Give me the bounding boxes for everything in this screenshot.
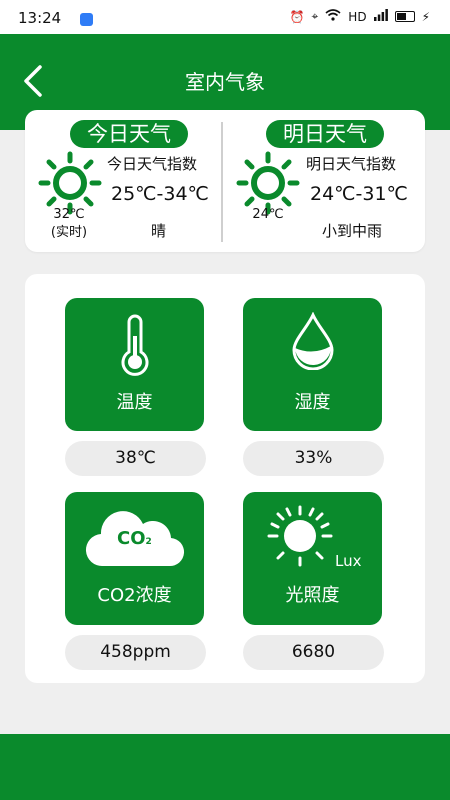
- status-bar: 13:24 ⏰ ⌖ HD ⚡: [0, 0, 450, 34]
- humidity-label: 湿度: [294, 392, 331, 413]
- water-drop-icon: [292, 312, 334, 370]
- sun-lux-icon: [267, 505, 333, 567]
- co2-icon-text: CO2: [117, 528, 152, 549]
- co2-icon-subscript: 2: [145, 537, 152, 547]
- today-condition: 晴: [151, 222, 167, 240]
- light-value: 6680: [243, 635, 384, 670]
- today-temp-note: (实时): [50, 225, 88, 240]
- weather-card: 今日天气 32℃ (实时) 今日天气指数 25℃-34℃ 晴 明日天气 24℃ …: [25, 110, 425, 252]
- wifi-icon: [325, 9, 341, 24]
- today-index-label: 今日天气指数: [107, 155, 198, 173]
- location-icon: ⌖: [311, 9, 319, 23]
- light-tile[interactable]: Lux 光照度: [243, 492, 382, 625]
- charging-icon: ⚡: [421, 9, 430, 24]
- co2-tile[interactable]: CO2 CO2浓度: [65, 492, 204, 625]
- sensor-card: 温度 38℃ 湿度 33% CO2 CO2浓度 458ppm Lux 光照度 6…: [25, 274, 425, 683]
- today-temp-value: 32℃: [53, 207, 85, 222]
- temperature-tile[interactable]: 温度: [65, 298, 204, 431]
- lux-icon-text: Lux: [335, 552, 362, 570]
- thermometer-icon: [121, 314, 149, 376]
- temperature-label: 温度: [116, 392, 153, 413]
- page-title: 室内气象: [185, 70, 265, 94]
- tomorrow-condition: 小到中雨: [322, 222, 383, 240]
- today-current-temp: 32℃ (实时): [39, 206, 99, 242]
- co2-icon-label: CO: [117, 528, 146, 549]
- humidity-tile[interactable]: 湿度: [243, 298, 382, 431]
- co2-label: CO2浓度: [97, 585, 172, 606]
- battery-icon: [394, 11, 415, 22]
- status-time: 13:24: [18, 9, 62, 27]
- tomorrow-current-temp: 24℃: [252, 207, 284, 222]
- network-label: HD: [348, 9, 367, 24]
- today-badge: 今日天气: [70, 120, 188, 148]
- status-icons: ⏰ ⌖ HD ⚡: [290, 9, 430, 24]
- signal-icon: [373, 9, 388, 24]
- tomorrow-temp-range: 24℃-31℃: [310, 183, 408, 205]
- weather-divider: [221, 122, 223, 242]
- light-label: 光照度: [285, 585, 340, 606]
- app-notification-icon: [80, 13, 93, 26]
- humidity-value: 33%: [243, 441, 384, 476]
- alarm-icon: ⏰: [289, 9, 305, 24]
- bottom-bar: [0, 734, 450, 800]
- tomorrow-index-label: 明日天气指数: [306, 155, 397, 173]
- today-temp-range: 25℃-34℃: [111, 183, 209, 205]
- co2-value: 458ppm: [65, 635, 206, 670]
- temperature-value: 38℃: [65, 441, 206, 476]
- tomorrow-badge: 明日天气: [266, 120, 384, 148]
